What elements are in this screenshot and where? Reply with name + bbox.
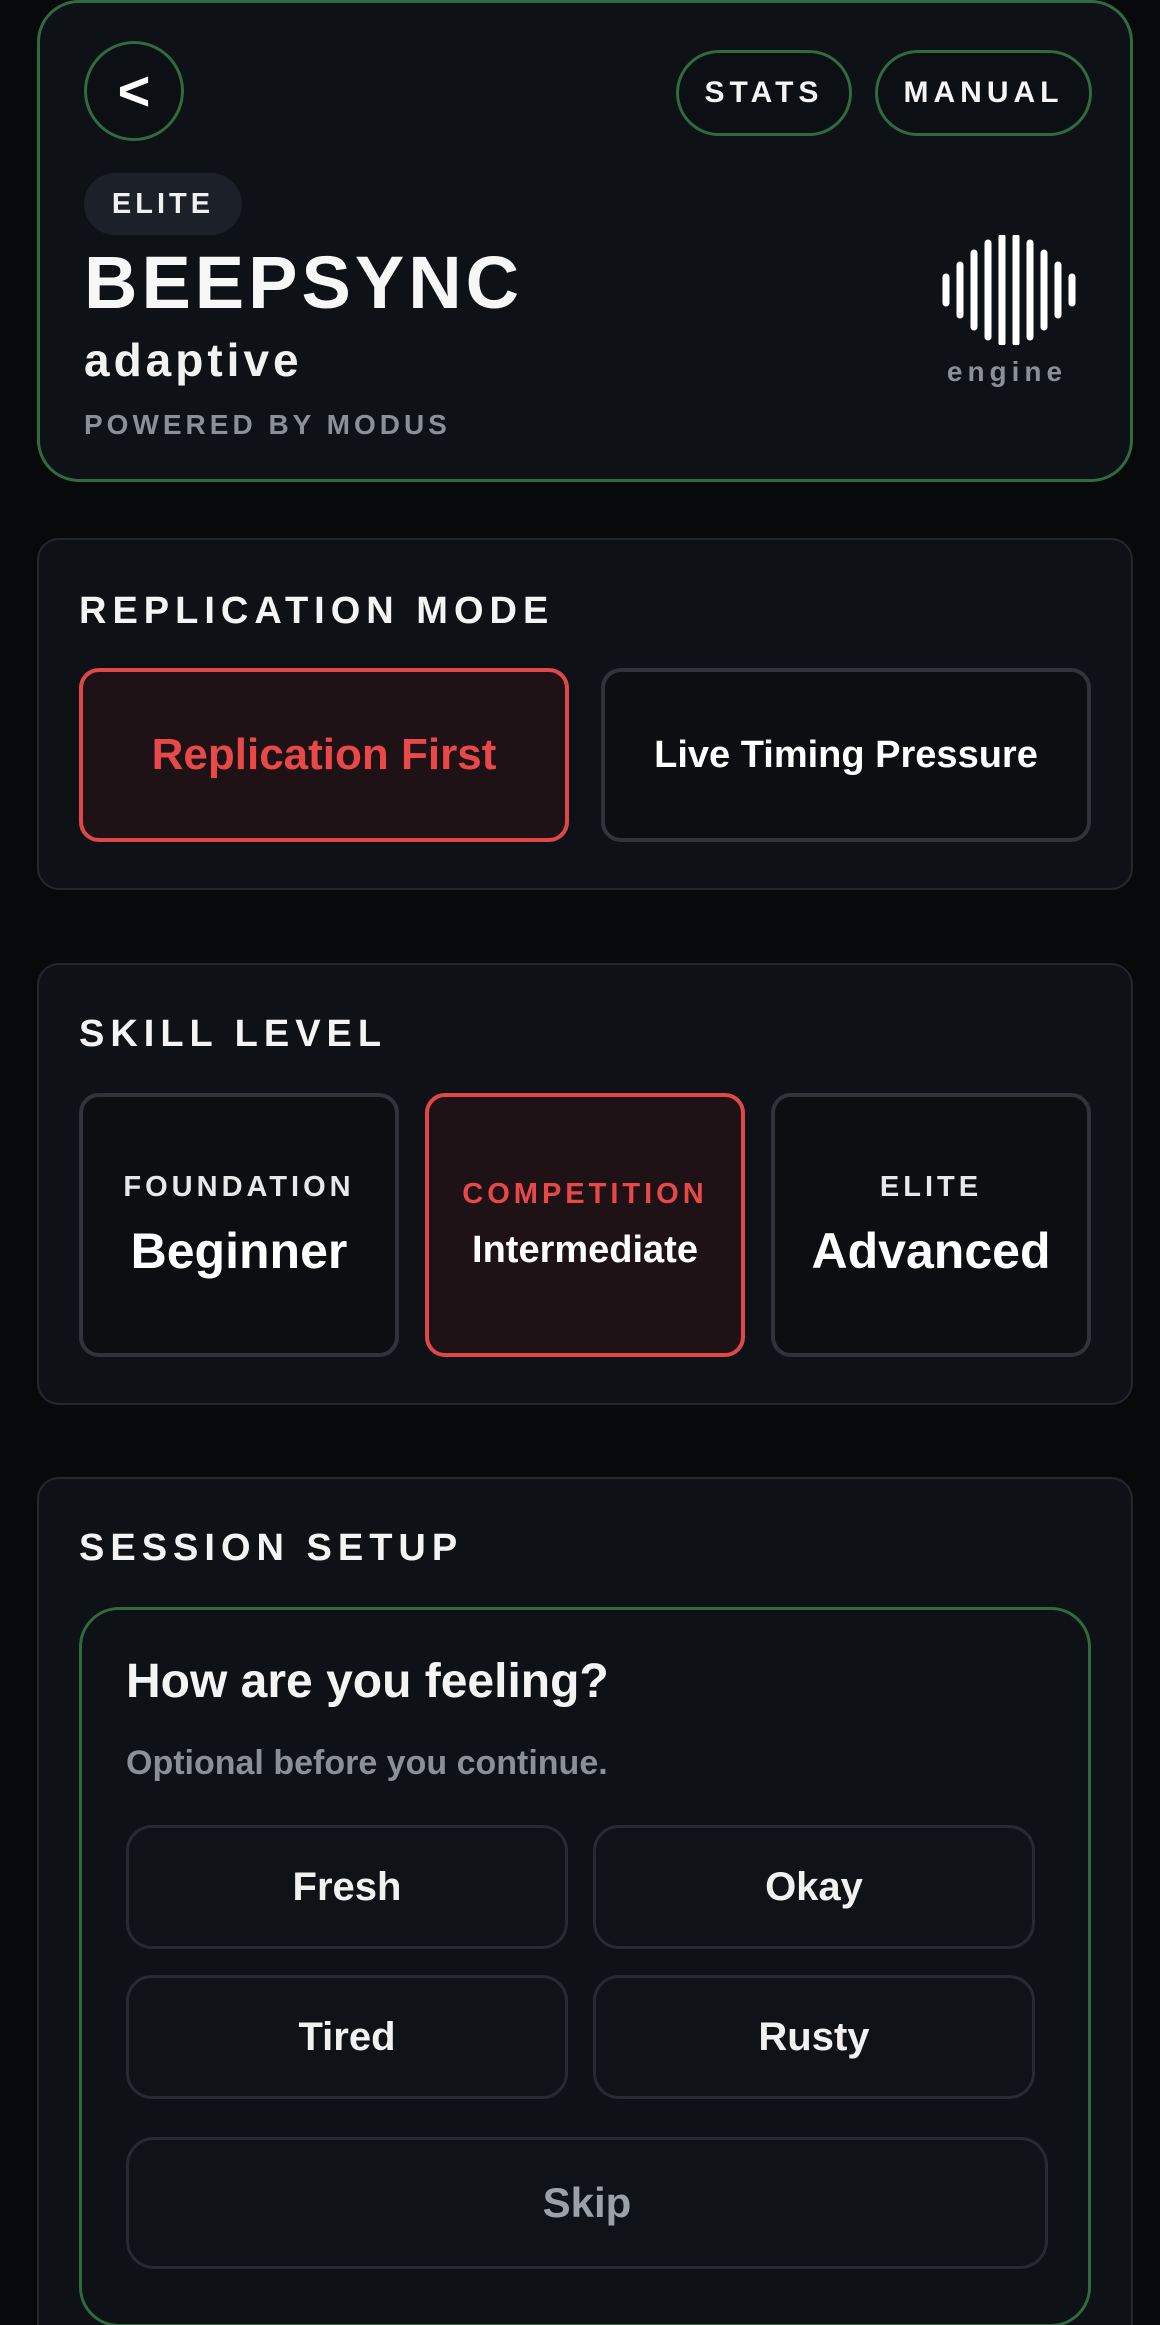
skill-option-tag: FOUNDATION (123, 1170, 355, 1203)
tier-badge: ELITE (84, 173, 242, 235)
skill-option-beginner[interactable]: FOUNDATION Beginner (79, 1093, 399, 1357)
section-title: SESSION SETUP (79, 1527, 464, 1569)
mood-question: How are you feeling? (126, 1655, 609, 1708)
session-setup-section: SESSION SETUP How are you feeling? Optio… (37, 1477, 1133, 2325)
skill-option-tag: COMPETITION (462, 1178, 708, 1210)
page: < STATS MANUAL ELITE BEEPSYNC adaptive P… (0, 0, 1160, 2325)
manual-button[interactable]: MANUAL (875, 50, 1092, 136)
mood-button-okay[interactable]: Okay (593, 1825, 1035, 1949)
mood-button-rusty[interactable]: Rusty (593, 1975, 1035, 2099)
mode-option-replication-first[interactable]: Replication First (79, 668, 569, 842)
mode-option-live-timing-pressure[interactable]: Live Timing Pressure (601, 668, 1091, 842)
back-button[interactable]: < (84, 41, 184, 141)
mood-hint: Optional before you continue. (126, 1744, 608, 1782)
mood-button-tired[interactable]: Tired (126, 1975, 568, 2099)
app-subtitle: adaptive (84, 334, 303, 386)
engine-label: engine (946, 356, 1068, 387)
back-chevron-icon: < (117, 59, 151, 122)
skill-option-tag: ELITE (879, 1170, 983, 1203)
skill-option-label: Beginner (130, 1222, 348, 1279)
replication-mode-section: REPLICATION MODE Replication First Live … (37, 538, 1133, 890)
header-card: < STATS MANUAL ELITE BEEPSYNC adaptive P… (37, 0, 1133, 482)
powered-by-text: POWERED BY MODUS (84, 409, 451, 440)
mood-button-fresh[interactable]: Fresh (126, 1825, 568, 1949)
app-title: BEEPSYNC (84, 241, 524, 324)
skill-option-label: Advanced (811, 1222, 1051, 1279)
stats-button[interactable]: STATS (676, 50, 852, 136)
skip-button[interactable]: Skip (126, 2137, 1048, 2269)
mode-option-label: Replication First (151, 730, 497, 779)
mode-option-label: Live Timing Pressure (654, 733, 1038, 776)
skill-option-label: Intermediate (472, 1229, 698, 1271)
skill-option-intermediate[interactable]: COMPETITION Intermediate (425, 1093, 745, 1357)
skill-level-section: SKILL LEVEL FOUNDATION Beginner COMPETIT… (37, 963, 1133, 1405)
mood-prompt-card: How are you feeling? Optional before you… (79, 1607, 1091, 2325)
skill-option-advanced[interactable]: ELITE Advanced (771, 1093, 1091, 1357)
waveform-icon (942, 235, 1076, 345)
section-title: REPLICATION MODE (79, 590, 555, 632)
section-title: SKILL LEVEL (79, 1013, 388, 1055)
